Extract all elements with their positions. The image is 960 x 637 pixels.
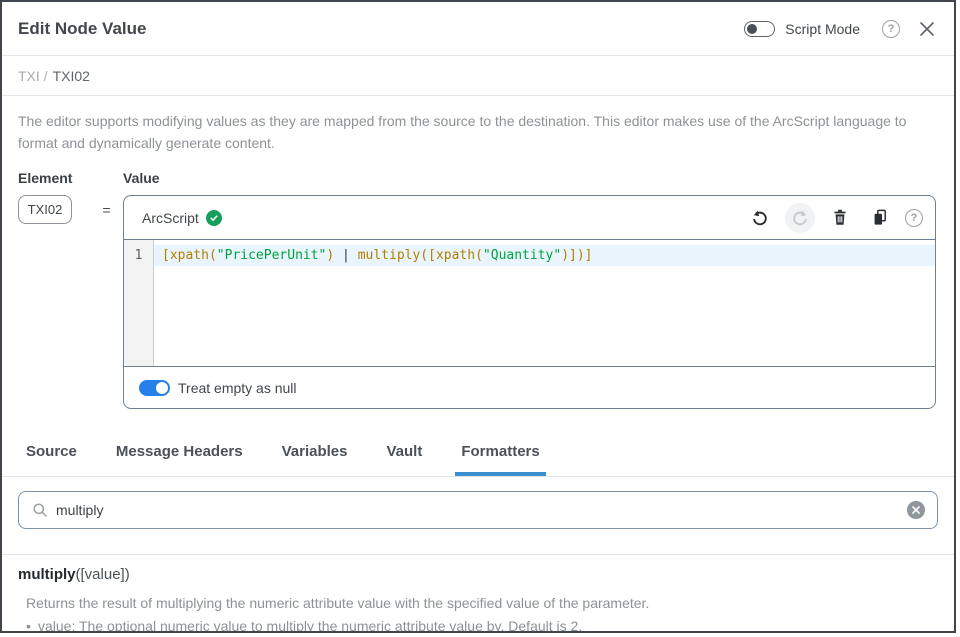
- value-label: Value: [123, 170, 936, 186]
- copy-icon[interactable]: [865, 203, 895, 233]
- script-mode-label: Script Mode: [785, 21, 860, 37]
- editor-toolbar: ?: [745, 203, 923, 233]
- formatter-param-bullet: value: The optional numeric value to mul…: [18, 616, 938, 633]
- tab-source[interactable]: Source: [20, 433, 83, 476]
- tab-vault[interactable]: Vault: [381, 433, 429, 476]
- tab-message-headers[interactable]: Message Headers: [110, 433, 249, 476]
- formatter-summary: Returns the result of multiplying the nu…: [18, 593, 938, 613]
- editor-footer: Treat empty as null: [124, 366, 935, 408]
- breadcrumb-current: TXI02: [53, 68, 90, 84]
- formatter-args: ([value]): [76, 566, 130, 583]
- code-line-1[interactable]: [xpath("PricePerUnit") | multiply([xpath…: [154, 245, 935, 266]
- treat-empty-toggle[interactable]: [139, 380, 170, 396]
- editor-help-icon[interactable]: ?: [905, 209, 923, 227]
- formatter-signature: multiply([value]): [18, 566, 938, 583]
- code-token-pipe: |: [334, 248, 357, 263]
- search-row: [2, 477, 954, 529]
- toggle-knob: [747, 24, 757, 34]
- code-token: )])]: [561, 248, 592, 263]
- clear-search-icon[interactable]: [907, 501, 925, 519]
- line-number-gutter: 1: [124, 240, 154, 366]
- editor-description: The editor supports modifying values as …: [18, 110, 930, 154]
- header-actions: Script Mode ?: [744, 20, 936, 38]
- language-label: ArcScript: [142, 210, 199, 226]
- breadcrumb-parent: TXI /: [18, 68, 48, 84]
- valid-check-icon: [206, 210, 222, 226]
- search-input[interactable]: [56, 502, 907, 518]
- tab-bar: Source Message Headers Variables Vault F…: [2, 433, 954, 477]
- redo-icon: [785, 203, 815, 233]
- undo-icon[interactable]: [745, 203, 775, 233]
- tab-variables[interactable]: Variables: [276, 433, 354, 476]
- code-token: multiply([xpath(: [358, 248, 483, 263]
- equals-sign: =: [90, 170, 123, 409]
- element-column: Element TXI02: [18, 170, 90, 409]
- dialog-header: Edit Node Value Script Mode ?: [2, 2, 954, 56]
- edit-node-value-dialog: Edit Node Value Script Mode ? TXI / TXI0…: [0, 0, 956, 633]
- code-content[interactable]: [xpath("PricePerUnit") | multiply([xpath…: [154, 240, 935, 366]
- element-chip: TXI02: [18, 195, 72, 224]
- formatter-doc: multiply([value]) Returns the result of …: [2, 555, 954, 633]
- editor-header: ArcScript: [124, 196, 935, 240]
- formatter-name: multiply: [18, 566, 76, 583]
- toggle-knob: [156, 382, 168, 394]
- element-label: Element: [18, 170, 90, 186]
- code-token: [xpath(: [162, 248, 217, 263]
- tab-formatters[interactable]: Formatters: [455, 433, 545, 476]
- treat-empty-label: Treat empty as null: [178, 380, 297, 396]
- script-mode-toggle[interactable]: [744, 21, 775, 37]
- code-token-string: "Quantity": [483, 248, 561, 263]
- close-icon[interactable]: [918, 20, 936, 38]
- value-column: Value ArcScript: [123, 170, 936, 409]
- code-token-string: "PricePerUnit": [217, 248, 327, 263]
- mapping-form: Element TXI02 = Value ArcScript: [2, 166, 954, 409]
- search-icon: [32, 502, 48, 518]
- arcscript-editor: ArcScript: [123, 195, 936, 409]
- trash-icon[interactable]: [825, 203, 855, 233]
- help-icon[interactable]: ?: [882, 20, 900, 38]
- line-number: 1: [124, 245, 153, 266]
- code-area[interactable]: 1 [xpath("PricePerUnit") | multiply([xpa…: [124, 240, 935, 366]
- breadcrumb: TXI / TXI02: [2, 56, 954, 96]
- search-box[interactable]: [18, 491, 938, 529]
- page-title: Edit Node Value: [18, 19, 146, 39]
